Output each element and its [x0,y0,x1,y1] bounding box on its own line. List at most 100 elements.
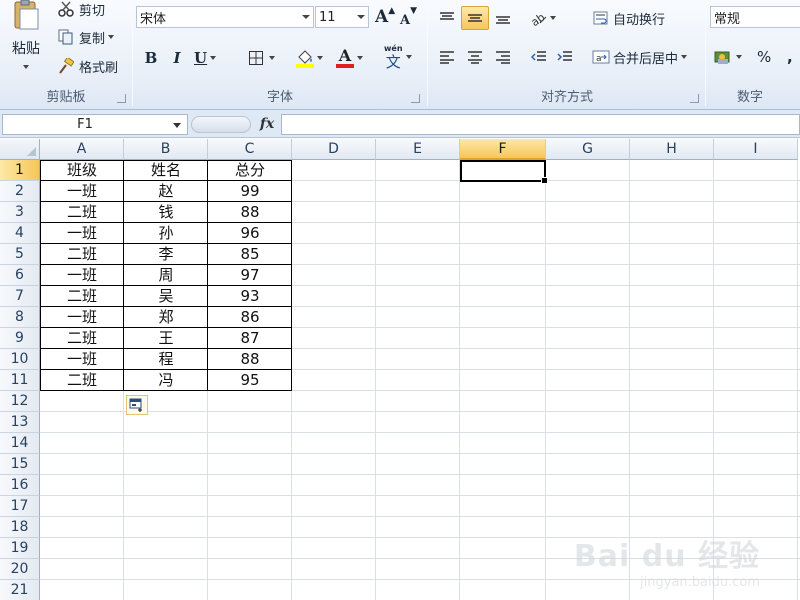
italic-button[interactable]: I [168,48,186,68]
row-header-4[interactable]: 4 [0,223,40,244]
column-header-B[interactable]: B [124,139,208,160]
row-header-11[interactable]: 11 [0,370,40,391]
row-header-21[interactable]: 21 [0,580,40,600]
row-header-7[interactable]: 7 [0,286,40,307]
cell-C8[interactable]: 86 [208,307,292,328]
alignment-dialog-launcher[interactable] [690,94,699,103]
column-header-C[interactable]: C [208,139,292,160]
cell-A4[interactable]: 一班 [40,223,124,244]
cell-B8[interactable]: 郑 [124,307,208,328]
grow-font-button[interactable]: A ▲ [375,6,395,28]
row-header-12[interactable]: 12 [0,391,40,412]
column-header-F[interactable]: F [460,139,546,160]
row-header-8[interactable]: 8 [0,307,40,328]
row-header-13[interactable]: 13 [0,412,40,433]
row-header-9[interactable]: 9 [0,328,40,349]
cell-C5[interactable]: 85 [208,244,292,265]
row-header-3[interactable]: 3 [0,202,40,223]
cell-B3[interactable]: 钱 [124,202,208,223]
cell-C7[interactable]: 93 [208,286,292,307]
font-name-select[interactable]: 宋体 [136,6,314,28]
formula-input[interactable] [281,114,800,135]
cell-A9[interactable]: 二班 [40,328,124,349]
top-align-button[interactable] [435,6,459,30]
cell-A3[interactable]: 二班 [40,202,124,223]
row-header-14[interactable]: 14 [0,433,40,454]
cell-C9[interactable]: 87 [208,328,292,349]
cell-A8[interactable]: 一班 [40,307,124,328]
row-header-19[interactable]: 19 [0,538,40,559]
row-header-20[interactable]: 20 [0,559,40,580]
cell-C2[interactable]: 99 [208,181,292,202]
copy-dropdown-icon[interactable] [108,35,115,39]
merge-center-button[interactable]: a 合并后居中 [591,46,688,68]
percent-style-button[interactable]: % [757,46,771,68]
cut-button[interactable]: 剪切 [56,0,105,19]
cell-B9[interactable]: 王 [124,328,208,349]
chevron-down-icon[interactable] [173,123,181,128]
row-header-16[interactable]: 16 [0,475,40,496]
row-header-2[interactable]: 2 [0,181,40,202]
active-cell-F1[interactable] [460,160,548,184]
underline-button[interactable]: U [194,48,217,68]
cell-C6[interactable]: 97 [208,265,292,286]
cell-B4[interactable]: 孙 [124,223,208,244]
cell-A10[interactable]: 一班 [40,349,124,370]
decrease-indent-button[interactable] [527,46,551,68]
column-header-D[interactable]: D [292,139,376,160]
column-header-A[interactable]: A [40,139,124,160]
paste-dropdown-icon[interactable] [23,65,29,69]
cell-C3[interactable]: 88 [208,202,292,223]
cell-A7[interactable]: 二班 [40,286,124,307]
clipboard-dialog-launcher[interactable] [117,94,126,103]
cell-A5[interactable]: 二班 [40,244,124,265]
cell-C11[interactable]: 95 [208,370,292,391]
cell-A11[interactable]: 二班 [40,370,124,391]
cell-C10[interactable]: 88 [208,349,292,370]
fill-color-button[interactable] [296,46,323,70]
bold-button[interactable]: B [142,48,160,68]
spreadsheet-grid[interactable]: ABCDEFGHI 1 2 3 4 5 6 7 8 9 10 11 12 13 14 15 16 17 18 19 2… [0,139,800,600]
cell-B10[interactable]: 程 [124,349,208,370]
row-header-6[interactable]: 6 [0,265,40,286]
insert-function-button[interactable]: fx [256,114,278,135]
middle-align-button[interactable] [461,6,489,30]
copy-button[interactable]: 复制 [56,27,115,47]
column-header-H[interactable]: H [630,139,714,160]
cell-B2[interactable]: 赵 [124,181,208,202]
row-header-18[interactable]: 18 [0,517,40,538]
bottom-align-button[interactable] [491,6,515,30]
wrap-text-button[interactable]: 自动换行 [591,6,665,30]
align-center-button[interactable] [463,46,487,68]
row-header-1[interactable]: 1 [0,160,40,181]
formula-bar-splitter[interactable] [191,116,251,133]
column-header-I[interactable]: I [714,139,798,160]
cell-B1[interactable]: 姓名 [124,160,208,181]
phonetic-guide-button[interactable]: wén 文 [384,44,412,70]
cell-A2[interactable]: 一班 [40,181,124,202]
format-painter-button[interactable]: 格式刷 [56,56,118,76]
cell-C1[interactable]: 总分 [208,160,292,181]
column-header-G[interactable]: G [546,139,630,160]
cell-B7[interactable]: 吴 [124,286,208,307]
name-box[interactable]: F1 [2,114,188,135]
cell-B11[interactable]: 冯 [124,370,208,391]
row-header-17[interactable]: 17 [0,496,40,517]
cell-A6[interactable]: 一班 [40,265,124,286]
cell-A1[interactable]: 班级 [40,160,124,181]
font-color-button[interactable]: A [336,46,363,70]
number-format-select[interactable]: 常规 [710,6,800,28]
borders-button[interactable] [246,48,275,68]
cell-B6[interactable]: 周 [124,265,208,286]
cell-B5[interactable]: 李 [124,244,208,265]
comma-style-button[interactable]: , [787,46,793,68]
shrink-font-button[interactable]: A ▼ [400,6,417,28]
row-header-10[interactable]: 10 [0,349,40,370]
orientation-button[interactable]: ab [529,6,556,30]
align-left-button[interactable] [435,46,459,68]
row-header-15[interactable]: 15 [0,454,40,475]
paste-options-button[interactable] [126,395,148,415]
column-header-E[interactable]: E [376,139,460,160]
increase-indent-button[interactable] [553,46,577,68]
paste-button[interactable]: 粘贴 [6,0,46,80]
